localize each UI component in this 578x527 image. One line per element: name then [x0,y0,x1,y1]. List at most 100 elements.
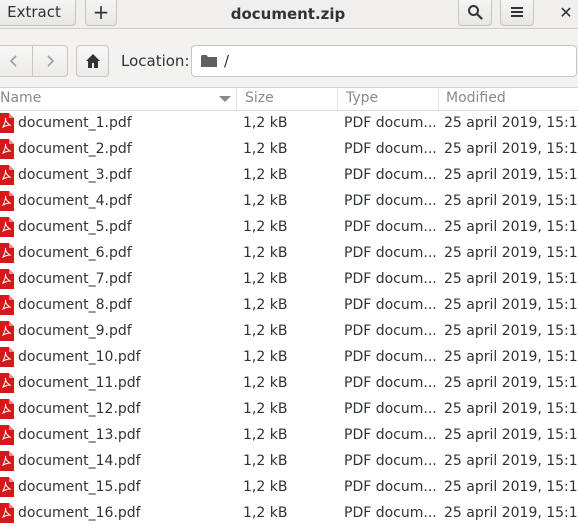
column-separator[interactable] [438,88,439,110]
file-modified: 25 april 2019, 15:14 [444,349,578,365]
file-size: 1,2 kB [243,219,288,235]
file-size: 1,2 kB [243,115,288,131]
file-row[interactable]: document_5.pdf 1,2 kB PDF docum... 25 april… [0,215,578,241]
file-row[interactable]: document_7.pdf 1,2 kB PDF docum... 25 april… [0,267,578,293]
file-size: 1,2 kB [243,167,288,183]
column-separator[interactable] [337,88,338,110]
back-button[interactable] [0,46,32,76]
pdf-icon [0,113,14,137]
file-type: PDF docum... [344,401,437,417]
file-row[interactable]: document_6.pdf 1,2 kB PDF docum... 25 april… [0,241,578,267]
file-size: 1,2 kB [243,479,288,495]
file-row[interactable]: document_9.pdf 1,2 kB PDF docum... 25 april… [0,319,578,345]
file-name: document_4.pdf [18,193,132,209]
pdf-icon [0,451,14,475]
search-button[interactable] [458,0,492,26]
file-type: PDF docum... [344,453,437,469]
file-modified: 25 april 2019, 15:11 [444,297,578,313]
file-row[interactable]: document_12.pdf 1,2 kB PDF docum... 25 apri… [0,397,578,423]
file-name: document_16.pdf [18,505,141,521]
file-size: 1,2 kB [243,453,288,469]
file-type: PDF docum... [344,427,437,443]
file-name: document_8.pdf [18,297,132,313]
file-size: 1,2 kB [243,323,288,339]
location-path: / [224,52,230,70]
forward-button[interactable] [31,46,68,76]
file-name: document_10.pdf [18,349,141,365]
file-type: PDF docum... [344,349,437,365]
file-row[interactable]: document_16.pdf 1,2 kB PDF docum... 25 apri… [0,501,578,527]
file-modified: 25 april 2019, 15:11 [444,167,578,183]
file-type: PDF docum... [344,245,437,261]
file-modified: 25 april 2019, 15:15 [444,271,578,287]
file-modified: 25 april 2019, 15:12 [444,323,578,339]
file-type: PDF docum... [344,271,437,287]
file-row[interactable]: document_3.pdf 1,2 kB PDF docum... 25 april… [0,163,578,189]
pdf-icon [0,425,14,449]
file-row[interactable]: document_14.pdf 1,2 kB PDF docum... 25 apri… [0,449,578,475]
pdf-icon [0,503,14,527]
pdf-icon [0,321,14,345]
file-row[interactable]: document_2.pdf 1,2 kB PDF docum... 25 april… [0,137,578,163]
home-button[interactable] [76,45,109,77]
file-type: PDF docum... [344,297,437,313]
file-name: document_11.pdf [18,375,141,391]
search-icon [468,5,483,20]
location-field[interactable]: / [191,45,577,77]
folder-icon [201,55,217,67]
file-type: PDF docum... [344,141,437,157]
file-row[interactable]: document_1.pdf 1,2 kB PDF docum... 25 april… [0,111,578,137]
pdf-icon [0,217,14,241]
file-modified: 25 april 2019, 15:16 [444,401,578,417]
pdf-icon [0,295,14,319]
column-size-header[interactable]: Size [245,90,274,106]
pdf-icon [0,269,14,293]
add-files-button[interactable]: + [85,0,117,26]
file-row[interactable]: document_13.pdf 1,2 kB PDF docum... 25 apri… [0,423,578,449]
pdf-icon [0,347,14,371]
location-bar: Location: / [0,29,578,88]
column-type-header[interactable]: Type [346,90,378,106]
file-modified: 25 april 2019, 15:14 [444,245,578,261]
file-row[interactable]: document_11.pdf 1,2 kB PDF docum... 25 apri… [0,371,578,397]
file-row[interactable]: document_15.pdf 1,2 kB PDF docum... 25 apri… [0,475,578,501]
file-modified: 25 april 2019, 15:14 [444,115,578,131]
extract-button[interactable]: Extract [0,0,76,26]
column-header: Name Size Type Modified [0,88,578,111]
file-type: PDF docum... [344,479,437,495]
file-size: 1,2 kB [243,375,288,391]
file-modified: 25 april 2019, 15:16 [444,193,578,209]
file-list: document_1.pdf 1,2 kB PDF docum... 25 april… [0,111,578,527]
file-name: document_5.pdf [18,219,132,235]
file-row[interactable]: document_4.pdf 1,2 kB PDF docum... 25 april… [0,189,578,215]
file-name: document_2.pdf [18,141,132,157]
file-name: document_9.pdf [18,323,132,339]
file-row[interactable]: document_10.pdf 1,2 kB PDF docum... 25 apri… [0,345,578,371]
file-modified: 25 april 2019, 15:11 [444,219,578,235]
file-size: 1,2 kB [243,401,288,417]
column-separator[interactable] [236,88,237,110]
pdf-icon [0,165,14,189]
close-button[interactable]: ✕ [556,3,576,22]
pdf-icon [0,373,14,397]
column-modified-header[interactable]: Modified [446,90,506,106]
file-name: document_13.pdf [18,427,141,443]
file-modified: 25 april 2019, 15:13 [444,505,578,521]
file-size: 1,2 kB [243,505,288,521]
file-modified: 25 april 2019, 15:15 [444,375,578,391]
file-name: document_3.pdf [18,167,132,183]
file-row[interactable]: document_8.pdf 1,2 kB PDF docum... 25 april… [0,293,578,319]
file-type: PDF docum... [344,323,437,339]
pdf-icon [0,399,14,423]
file-size: 1,2 kB [243,427,288,443]
file-modified: 25 april 2019, 15:14 [444,141,578,157]
file-type: PDF docum... [344,375,437,391]
file-size: 1,2 kB [243,141,288,157]
menu-button[interactable] [500,0,534,26]
file-name: document_7.pdf [18,271,132,287]
column-name-header[interactable]: Name [0,90,41,106]
window-title: document.zip [230,5,346,23]
file-size: 1,2 kB [243,245,288,261]
pdf-icon [0,477,14,501]
file-type: PDF docum... [344,505,437,521]
